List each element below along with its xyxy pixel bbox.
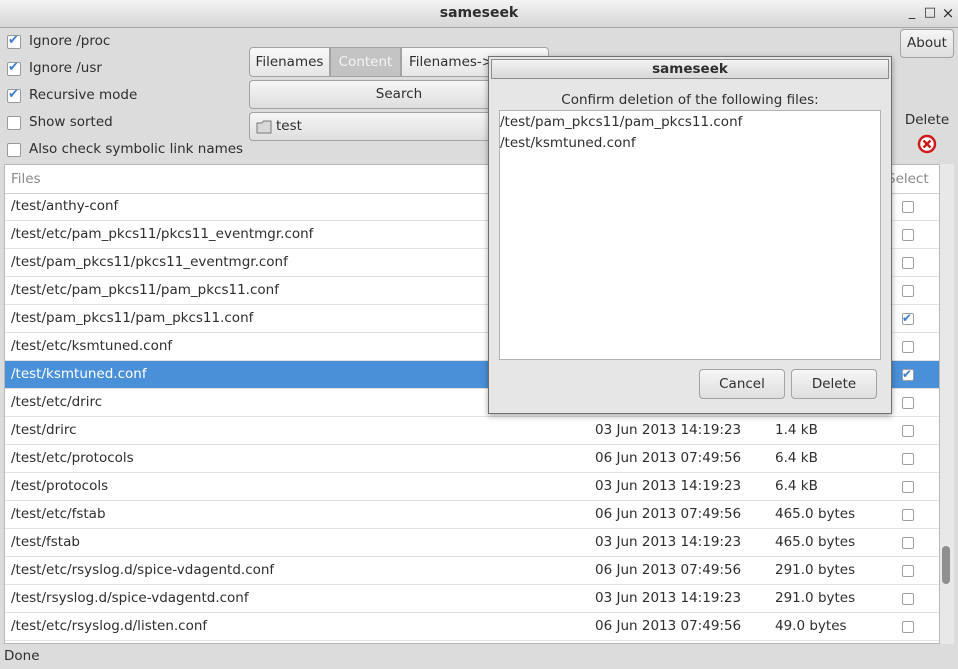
row-file-path: /test/drirc (11, 422, 77, 438)
delete-button[interactable]: Delete (900, 112, 954, 158)
delete-circle-icon (917, 134, 937, 154)
confirm-dialog: sameseek Confirm deletion of the followi… (488, 56, 892, 414)
about-button[interactable]: About (900, 29, 954, 58)
table-row[interactable]: /test/etc/protocols 06 Jun 2013 07:49:56 6… (5, 445, 939, 473)
dialog-delete-button[interactable]: Delete (791, 369, 877, 399)
row-date: 06 Jun 2013 07:49:56 (595, 618, 742, 634)
row-size: 291.0 bytes (775, 590, 856, 606)
row-size: 6.4 kB (775, 478, 818, 494)
option-checkbox-ignore-usr[interactable] (7, 60, 21, 76)
table-row[interactable]: /test/drirc 03 Jun 2013 14:19:23 1.4 kB (5, 417, 939, 445)
dialog-cancel-label: Cancel (719, 376, 765, 392)
row-date: 06 Jun 2013 07:49:56 (595, 506, 742, 522)
option-checkbox-ignore-proc[interactable] (7, 33, 21, 49)
folder-name: test (276, 118, 302, 134)
row-file-path: /test/anthy-conf (11, 198, 119, 214)
row-select-checkbox[interactable] (902, 365, 914, 383)
row-select-checkbox[interactable] (902, 509, 914, 521)
row-file-path: /test/etc/fstab (11, 506, 106, 522)
row-date: 03 Jun 2013 14:19:23 (595, 534, 742, 550)
row-select-checkbox[interactable] (902, 621, 914, 633)
row-select-checkbox[interactable] (902, 309, 914, 327)
dialog-file-item: /test/pam_pkcs11/pam_pkcs11.conf (500, 114, 743, 130)
row-file-path: /test/etc/pam_pkcs11/pam_pkcs11.conf (11, 282, 279, 298)
row-select-checkbox[interactable] (902, 481, 914, 493)
row-size: 1.4 kB (775, 422, 818, 438)
table-scrollbar-thumb[interactable] (942, 546, 950, 584)
row-file-path: /test/etc/rsyslog.d/spice-vdagentd.conf (11, 562, 275, 578)
row-select-checkbox[interactable] (902, 425, 914, 437)
table-row[interactable]: /test/protocols 03 Jun 2013 14:19:23 6.4 k… (5, 473, 939, 501)
row-select-checkbox[interactable] (902, 593, 914, 605)
row-select-checkbox[interactable] (902, 565, 914, 577)
minimize-icon[interactable]: _ (905, 6, 919, 20)
dialog-cancel-button[interactable]: Cancel (699, 369, 785, 399)
close-icon[interactable]: × (941, 6, 955, 21)
row-size: 49.0 bytes (775, 618, 847, 634)
row-select-checkbox[interactable] (902, 229, 914, 241)
row-select-checkbox[interactable] (902, 397, 914, 409)
tab-filenames[interactable]: Filenames (249, 47, 330, 77)
row-date: 03 Jun 2013 14:19:23 (595, 590, 742, 606)
status-text: Done (4, 648, 40, 664)
row-select-checkbox[interactable] (902, 453, 914, 465)
table-row[interactable]: /test/etc/rsyslog.d/spice-vdagentd.conf 0… (5, 557, 939, 585)
table-row[interactable]: /test/etc/rsyslog.d/listen.conf 06 Jun 20… (5, 613, 939, 641)
row-select-checkbox[interactable] (902, 537, 914, 549)
dialog-title: sameseek (491, 59, 889, 79)
about-button-label: About (907, 35, 947, 51)
table-row[interactable]: /test/fstab 03 Jun 2013 14:19:23 465.0 byt… (5, 529, 939, 557)
row-date: 03 Jun 2013 14:19:23 (595, 478, 742, 494)
row-file-path: /test/etc/drirc (11, 394, 103, 410)
row-file-path: /test/pam_pkcs11/pkcs11_eventmgr.conf (11, 254, 288, 270)
search-button-label: Search (375, 86, 423, 102)
folder-icon (256, 120, 272, 134)
row-size: 465.0 bytes (775, 506, 856, 522)
row-file-path: /test/etc/pam_pkcs11/pkcs11_eventmgr.con… (11, 226, 314, 242)
option-label-show-sorted[interactable]: Show sorted (29, 114, 113, 130)
row-file-path: /test/rsyslog.d/spice-vdagentd.conf (11, 590, 249, 606)
option-label-symlinks[interactable]: Also check symbolic link names (29, 141, 243, 157)
window-title: sameseek (439, 5, 519, 21)
row-date: 03 Jun 2013 14:19:23 (595, 422, 742, 438)
table-row[interactable]: /test/rsyslog.d/spice-vdagentd.conf 03 Ju… (5, 585, 939, 613)
row-file-path: /test/pam_pkcs11/pam_pkcs11.conf (11, 310, 254, 326)
dialog-file-list[interactable]: /test/pam_pkcs11/pam_pkcs11.conf /test/k… (499, 110, 881, 360)
option-label-recursive[interactable]: Recursive mode (29, 87, 137, 103)
row-date: 06 Jun 2013 07:49:56 (595, 450, 742, 466)
maximize-icon[interactable]: □ (923, 6, 937, 20)
option-checkbox-symlinks[interactable] (7, 143, 21, 157)
row-select-checkbox[interactable] (902, 257, 914, 269)
tab-content[interactable]: Content (330, 47, 401, 77)
row-file-path: /test/ksmtuned.conf (11, 366, 147, 382)
header-files[interactable]: Files (11, 171, 41, 187)
window-titlebar: sameseek _ □ × (0, 0, 958, 28)
row-file-path: /test/etc/ksmtuned.conf (11, 338, 173, 354)
dialog-delete-label: Delete (811, 376, 857, 392)
row-file-path: /test/protocols (11, 478, 109, 494)
option-label-ignore-proc[interactable]: Ignore /proc (29, 33, 110, 49)
row-file-path: /test/etc/protocols (11, 450, 134, 466)
dialog-file-item: /test/ksmtuned.conf (500, 135, 636, 151)
row-size: 6.4 kB (775, 450, 818, 466)
option-checkbox-recursive[interactable] (7, 87, 21, 103)
row-select-checkbox[interactable] (902, 201, 914, 213)
option-checkbox-show-sorted[interactable] (7, 116, 21, 130)
option-label-ignore-usr[interactable]: Ignore /usr (29, 60, 102, 76)
row-date: 06 Jun 2013 07:49:56 (595, 562, 742, 578)
row-size: 465.0 bytes (775, 534, 856, 550)
header-select[interactable]: Select (887, 171, 929, 187)
row-select-checkbox[interactable] (902, 341, 914, 353)
table-row[interactable]: /test/etc/fstab 06 Jun 2013 07:49:56 465.0… (5, 501, 939, 529)
row-file-path: /test/fstab (11, 534, 80, 550)
row-select-checkbox[interactable] (902, 285, 914, 297)
row-file-path: /test/etc/rsyslog.d/listen.conf (11, 618, 208, 634)
dialog-message: Confirm deletion of the following files: (561, 92, 819, 108)
row-size: 291.0 bytes (775, 562, 856, 578)
delete-label: Delete (904, 112, 950, 128)
